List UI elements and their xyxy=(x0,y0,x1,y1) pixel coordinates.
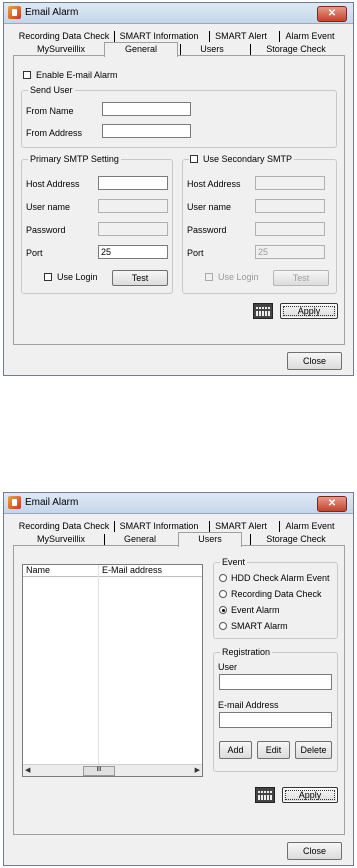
registration-title: Registration xyxy=(220,647,273,657)
edit-button[interactable]: Edit xyxy=(257,741,290,759)
tab-mysurveillix[interactable]: MySurveillix xyxy=(24,534,98,545)
tab-storage-check[interactable]: Storage Check xyxy=(250,534,341,545)
apply-button[interactable]: Apply xyxy=(282,787,338,803)
smart-alarm-label: SMART Alarm xyxy=(231,621,288,631)
secondary-user-name-label: User name xyxy=(187,202,232,212)
secondary-port-field[interactable]: 25 xyxy=(255,245,325,259)
radio-recording-data-check[interactable] xyxy=(219,590,227,598)
delete-button[interactable]: Delete xyxy=(295,741,332,759)
scroll-left-icon[interactable]: ◀ xyxy=(25,766,30,774)
enable-email-alarm-label: Enable E-mail Alarm xyxy=(36,70,118,80)
from-name-field[interactable] xyxy=(102,102,191,116)
tab-panel-users: Name E-Mail address ◀ III ▶ Event HDD Ch… xyxy=(13,545,345,835)
enable-email-alarm-checkbox[interactable] xyxy=(23,71,31,79)
user-name-field[interactable] xyxy=(98,199,168,213)
radio-event-alarm[interactable] xyxy=(219,606,227,614)
column-name[interactable]: Name xyxy=(23,565,99,576)
user-list[interactable]: Name E-Mail address ◀ III ▶ xyxy=(22,564,203,777)
use-secondary-smtp-checkbox[interactable] xyxy=(190,155,198,163)
tab-general[interactable]: General xyxy=(104,42,178,57)
close-button[interactable]: Close xyxy=(287,352,342,370)
secondary-use-login-checkbox[interactable] xyxy=(205,273,213,281)
password-label: Password xyxy=(26,225,66,235)
add-button[interactable]: Add xyxy=(219,741,252,759)
from-address-field[interactable] xyxy=(102,124,191,138)
host-address-field[interactable] xyxy=(98,176,168,190)
secondary-use-login-label: Use Login xyxy=(218,272,259,282)
user-label: User xyxy=(218,662,238,672)
primary-smtp-group: Primary SMTP Setting Host Address User n… xyxy=(21,154,173,294)
email-address-field[interactable] xyxy=(219,712,332,728)
tab-smart-information[interactable]: SMART Information xyxy=(114,521,203,532)
recording-data-check-label: Recording Data Check xyxy=(231,589,322,599)
event-group: Event HDD Check Alarm Event Recording Da… xyxy=(213,557,338,639)
secondary-host-address-label: Host Address xyxy=(187,179,241,189)
email-alarm-window-users: Email Alarm ✕ Recording Data Check SMART… xyxy=(3,492,354,866)
primary-smtp-title: Primary SMTP Setting xyxy=(28,154,121,164)
secondary-smtp-header: Use Secondary SMTP xyxy=(189,154,295,164)
secondary-port-label: Port xyxy=(187,248,204,258)
window-title: Email Alarm xyxy=(25,497,79,508)
send-user-title: Send User xyxy=(28,85,75,95)
port-field[interactable]: 25 xyxy=(98,245,168,259)
keyboard-icon[interactable] xyxy=(255,787,275,803)
tab-smart-alert[interactable]: SMART Alert xyxy=(209,31,272,42)
host-address-label: Host Address xyxy=(26,179,80,189)
tab-mysurveillix[interactable]: MySurveillix xyxy=(24,44,98,55)
close-button[interactable]: Close xyxy=(287,842,342,860)
radio-hdd-check-alarm-event[interactable] xyxy=(219,574,227,582)
port-label: Port xyxy=(26,248,43,258)
secondary-test-button[interactable]: Test xyxy=(273,270,329,286)
password-field[interactable] xyxy=(98,222,168,236)
hdd-check-alarm-event-label: HDD Check Alarm Event xyxy=(231,573,330,583)
close-icon[interactable]: ✕ xyxy=(317,496,347,512)
tab-panel-general: Enable E-mail Alarm Send User From Name … xyxy=(13,55,345,345)
send-user-group: Send User From Name From Address xyxy=(21,85,337,148)
tab-recording-data-check[interactable]: Recording Data Check xyxy=(18,521,110,532)
from-address-label: From Address xyxy=(26,128,83,138)
column-divider xyxy=(98,565,99,764)
secondary-host-address-field[interactable] xyxy=(255,176,325,190)
email-alarm-window-general: Email Alarm ✕ Recording Data Check SMART… xyxy=(3,2,354,376)
window-title: Email Alarm xyxy=(25,7,79,18)
tab-recording-data-check[interactable]: Recording Data Check xyxy=(18,31,110,42)
tab-alarm-event[interactable]: Alarm Event xyxy=(279,521,340,532)
tab-users[interactable]: Users xyxy=(180,44,243,55)
secondary-password-field[interactable] xyxy=(255,222,325,236)
tab-general[interactable]: General xyxy=(104,534,175,545)
close-icon[interactable]: ✕ xyxy=(317,6,347,22)
keyboard-icon[interactable] xyxy=(253,303,273,319)
column-email-address[interactable]: E-Mail address xyxy=(99,565,202,576)
user-list-header: Name E-Mail address xyxy=(23,565,202,577)
secondary-smtp-group: Use Secondary SMTP Host Address User nam… xyxy=(182,154,337,294)
user-name-label: User name xyxy=(26,202,71,212)
use-login-label: Use Login xyxy=(57,272,98,282)
title-bar[interactable]: Email Alarm ✕ xyxy=(4,3,353,24)
tab-users[interactable]: Users xyxy=(178,532,242,547)
scroll-thumb[interactable]: III xyxy=(83,766,115,776)
registration-group: Registration User E-mail Address Add Edi… xyxy=(213,647,338,772)
use-secondary-smtp-label: Use Secondary SMTP xyxy=(203,154,293,164)
horizontal-scrollbar[interactable]: ◀ III ▶ xyxy=(23,764,202,776)
tab-alarm-event[interactable]: Alarm Event xyxy=(279,31,340,42)
user-field[interactable] xyxy=(219,674,332,690)
app-icon xyxy=(8,496,21,509)
use-login-checkbox[interactable] xyxy=(44,273,52,281)
radio-smart-alarm[interactable] xyxy=(219,622,227,630)
tab-storage-check[interactable]: Storage Check xyxy=(250,44,341,55)
email-address-label: E-mail Address xyxy=(218,700,279,710)
secondary-user-name-field[interactable] xyxy=(255,199,325,213)
apply-button[interactable]: Apply xyxy=(280,303,338,319)
event-title: Event xyxy=(220,557,248,567)
title-bar[interactable]: Email Alarm ✕ xyxy=(4,493,353,514)
tab-smart-alert[interactable]: SMART Alert xyxy=(209,521,272,532)
scroll-right-icon[interactable]: ▶ xyxy=(195,766,200,774)
app-icon xyxy=(8,6,21,19)
tab-smart-information[interactable]: SMART Information xyxy=(114,31,203,42)
event-alarm-label: Event Alarm xyxy=(231,605,280,615)
test-button[interactable]: Test xyxy=(112,270,168,286)
secondary-password-label: Password xyxy=(187,225,227,235)
from-name-label: From Name xyxy=(26,106,74,116)
